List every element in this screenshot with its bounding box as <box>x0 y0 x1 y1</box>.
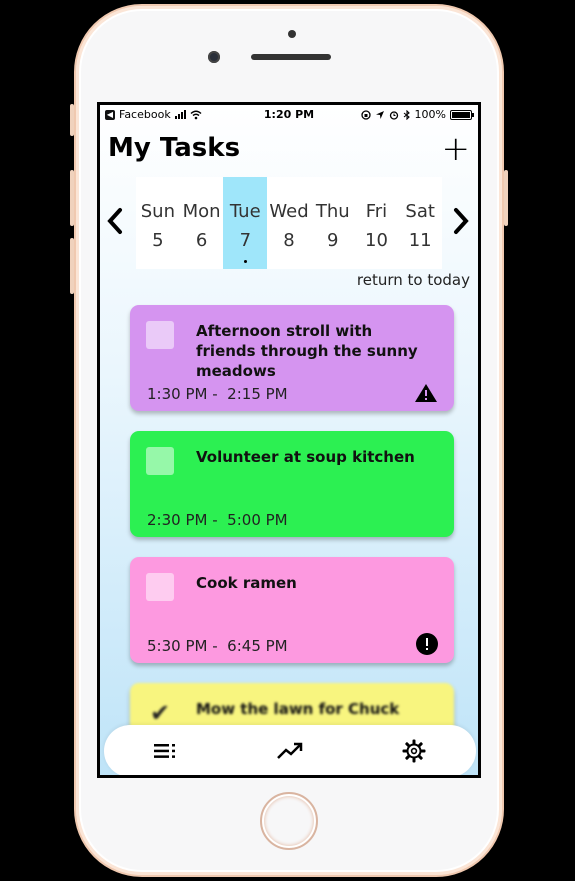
battery-icon <box>450 109 474 120</box>
checkmark-icon[interactable]: ✔ <box>146 699 174 727</box>
return-to-today-link[interactable]: return to today <box>357 271 470 289</box>
task-title: Afternoon stroll with friends through th… <box>196 322 418 380</box>
app-screen: ◀ Facebook 1:20 PM 100% My Tasks + Sun 5… <box>97 102 481 778</box>
day-sat[interactable]: Sat 11 <box>398 177 442 269</box>
volume-up-button <box>70 170 74 226</box>
today-indicator-dot <box>244 260 248 263</box>
task-card[interactable]: Cook ramen 5:30 PM - 6:45 PM <box>130 557 454 663</box>
tab-stats[interactable] <box>270 731 310 771</box>
exclamation-icon <box>416 633 438 655</box>
day-sun[interactable]: Sun 5 <box>136 177 180 269</box>
day-thu[interactable]: Thu 9 <box>311 177 355 269</box>
tab-settings[interactable] <box>394 731 434 771</box>
power-button <box>504 170 508 226</box>
day-fri[interactable]: Fri 10 <box>355 177 399 269</box>
location-icon <box>375 110 384 119</box>
task-title: Volunteer at soup kitchen <box>196 448 415 466</box>
task-time: 2:30 PM - 5:00 PM <box>147 511 288 529</box>
earpiece-speaker <box>251 54 331 60</box>
list-icon <box>154 744 175 758</box>
bluetooth-icon <box>403 109 410 120</box>
front-camera <box>208 51 220 63</box>
task-title: Cook ramen <box>196 574 297 592</box>
task-time: 5:30 PM - 6:45 PM <box>147 637 288 655</box>
day-mon[interactable]: Mon 6 <box>180 177 224 269</box>
tab-tasks[interactable] <box>146 731 186 771</box>
day-wed[interactable]: Wed 8 <box>267 177 311 269</box>
mute-switch <box>70 104 74 136</box>
screen-lock-icon <box>360 109 371 120</box>
page-title: My Tasks <box>108 133 241 163</box>
week-navigator: Sun 5 Mon 6 Tue 7 Wed 8 Thu 9 Fri 10 Sat 11 <box>100 177 478 269</box>
task-card[interactable]: Afternoon stroll with friends through th… <box>130 305 454 411</box>
task-card[interactable]: Volunteer at soup kitchen 2:30 PM - 5:00… <box>130 431 454 537</box>
home-button[interactable] <box>260 792 318 850</box>
battery-percent: 100% <box>414 108 446 121</box>
chevron-right-icon <box>454 208 469 234</box>
alarm-icon <box>389 110 398 120</box>
task-checkbox[interactable] <box>146 573 174 601</box>
warning-icon <box>415 384 437 402</box>
day-tue-selected[interactable]: Tue 7 <box>223 177 268 269</box>
front-sensor <box>288 30 296 38</box>
trending-up-icon <box>277 742 303 759</box>
chevron-left-icon <box>107 208 122 234</box>
add-task-button[interactable]: + <box>442 132 471 166</box>
gear-icon <box>402 739 426 763</box>
day-strip: Sun 5 Mon 6 Tue 7 Wed 8 Thu 9 Fri 10 Sat 11 <box>136 177 442 269</box>
task-checkbox[interactable] <box>146 321 174 349</box>
next-week-button[interactable] <box>452 207 470 241</box>
status-bar: ◀ Facebook 1:20 PM 100% <box>100 105 478 125</box>
volume-down-button <box>70 238 74 294</box>
task-checkbox[interactable] <box>146 447 174 475</box>
prev-week-button[interactable] <box>106 207 124 241</box>
bottom-tab-bar <box>104 725 476 775</box>
task-time: 1:30 PM - 2:15 PM <box>147 385 288 403</box>
task-title: Mow the lawn for Chuck <box>196 700 400 718</box>
